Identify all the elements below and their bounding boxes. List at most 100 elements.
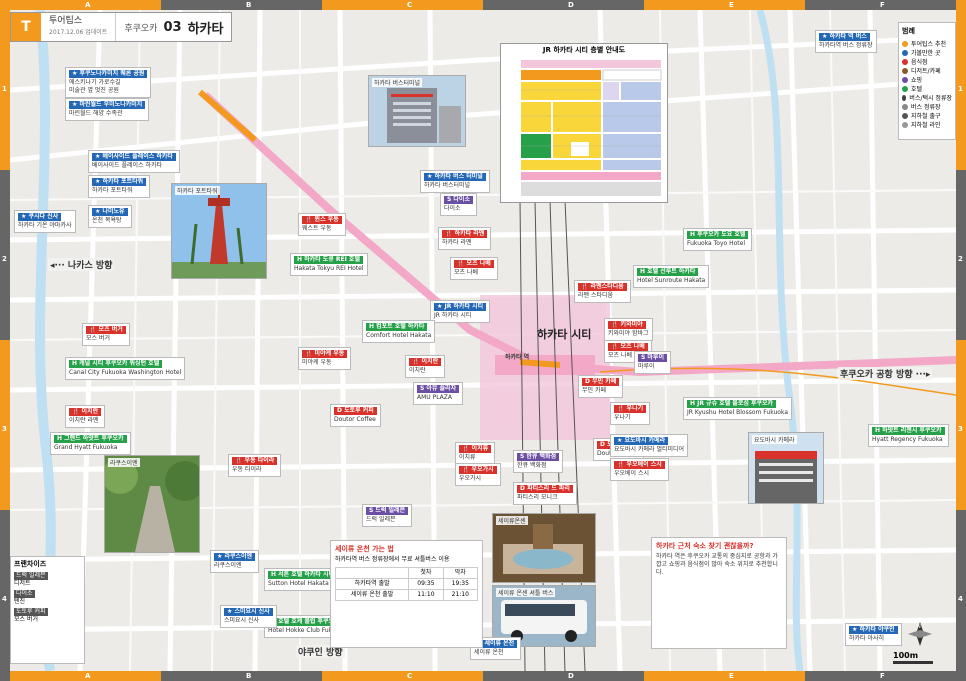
poi-marker[interactable]: ★ 하카타 역 버스 하카타역 버스 정류장 (815, 30, 877, 53)
region-name: 후쿠오카 (124, 23, 158, 34)
scale-bar: 100m (893, 651, 933, 664)
poi-marker[interactable]: S 한큐 백화점 한큐 백화점 (513, 450, 564, 473)
poi-marker[interactable]: 🍴 우동 타이라 우동 타이라 (228, 454, 282, 477)
legend-swatch-icon (902, 121, 908, 128)
poi-marker[interactable]: H 하얏트 리젠시 후쿠오카 Hyatt Regency Fukuoka (868, 424, 949, 447)
poi-marker[interactable]: ★ 하카타 포트타워 하카타 포트타워 (88, 175, 151, 198)
poi-marker[interactable]: 🍴 윈스 우동 웨스트 우동 (298, 213, 346, 236)
poi-marker[interactable]: H 하카타 도큐 REI 호텔 Hakata Tokyu REI Hotel (290, 253, 368, 276)
legend-swatch-icon (902, 112, 908, 119)
poi-marker[interactable]: S 아뮤 플라자 AMU PLAZA (413, 382, 464, 405)
poi-marker[interactable]: 🍴 모츠 버거 모스 버거 (82, 323, 130, 346)
poi-name: ★ 마린월드 우미노나카미치 (69, 101, 146, 109)
poi-marker[interactable]: 🍴 이치란 이치란 라멘 (65, 405, 106, 428)
poi-desc: Comfort Hotel Hakata (366, 332, 432, 339)
poi-desc: 한큐 백화점 (517, 462, 547, 469)
legend-label: 호텔 (911, 86, 923, 93)
poi-name: S 한큐 백화점 (517, 453, 560, 461)
direction-west: ◂··· 나카스 방향 (48, 258, 115, 271)
onsen-caption: 세이류온센 (496, 516, 528, 525)
poi-marker[interactable]: 🍴 이치란 이치란 (405, 355, 446, 378)
poi-desc: Canal City Fukuoka Washington Hotel (69, 369, 182, 376)
poi-name: 🍴 하카타 라멘 (442, 230, 488, 238)
legend-swatch-icon (902, 103, 908, 110)
onsen-info: 세이류 온천 가는 법 하카타역 버스 정류장에서 무료 셔틀버스 이용 첫차 막… (330, 540, 483, 648)
floor-guide-diagram (521, 60, 662, 196)
map-header: T 투어팁스 2017.12.06 업데이트 후쿠오카 03 하카타 (10, 12, 233, 42)
poi-desc: 무민 카페 (582, 387, 606, 394)
grid-col-label: A (85, 672, 91, 680)
legend-item: 버스 정류장 (902, 102, 952, 111)
poi-marker[interactable]: ★ 마린월드 우미노나카미치 마린월드 해양 수족관 (65, 98, 150, 121)
poi-marker[interactable]: 🍴 하카타 라멘 하카타 라멘 (438, 227, 492, 250)
poi-marker[interactable]: 🍴 우오베이 스시 우오베이 스시 (610, 458, 669, 481)
poi-name: ★ 베이사이드 플레이스 하카타 (92, 153, 176, 161)
poi-marker[interactable]: 🍴 우나기 우나기 (610, 402, 651, 425)
poi-marker[interactable]: ★ 요도바시 카메라 요도바시 카메라 멀티미디어 (610, 434, 689, 457)
poi-marker[interactable]: D 무민 카페 무민 카페 (578, 375, 624, 398)
poi-marker[interactable]: D 도토루 커피Doutor Coffee (330, 404, 381, 427)
poi-name: H 하카타 도큐 REI 호텔 (294, 256, 363, 264)
poi-marker[interactable]: ★ 라쿠스이엔 라쿠스이엔 (210, 550, 260, 573)
legend-title: 범례 (902, 27, 915, 35)
poi-desc: Grand Hyatt Fukuoka (54, 444, 118, 451)
poi-desc: 웨스트 우동 (302, 225, 332, 232)
poi-desc: AMU PLAZA (417, 394, 452, 401)
poi-marker[interactable]: H 후쿠오카 도요 호텔 Fukuoka Toyo Hotel (683, 228, 753, 251)
legend-label: 버스 정류장 (911, 104, 941, 111)
poi-marker[interactable]: ★ JR 하카타 시티 JR 하카타 시티 (430, 300, 491, 323)
poi-marker[interactable]: ★ 베이사이드 플레이스 하카타 베이사이드 플레이스 하카타 (88, 150, 180, 173)
port-tower-photo: 하카타 포트타워 (171, 183, 267, 279)
poi-marker[interactable]: H JR 규슈 호텔 블로섬 후쿠오카 JR Kyushu Hotel Bloss… (683, 397, 793, 420)
franchise-item: 도토루 커피 (14, 608, 48, 616)
grid-col-label: C (407, 672, 413, 680)
floor-guide[interactable]: JR 하카타 시티 층별 안내도 (500, 43, 668, 203)
legend-label: 쇼핑 (911, 77, 923, 84)
poi-desc: 요도바시 카메라 멀티미디어 (614, 446, 685, 453)
poi-marker[interactable]: ★ 후쿠노나카미치 웨론 공원 에스키나기 가로수길 미술관 옆 멋진 공원 (65, 67, 152, 98)
poi-marker[interactable]: 🍴 우오가시 우오가시 (455, 463, 501, 486)
grid-col-label: D (568, 672, 574, 680)
poi-marker[interactable]: ★ 하카타 야쿠인 하카타 아사히 (845, 623, 902, 646)
poi-marker[interactable]: 🍴 키와미야 키와미야 함바그 (604, 318, 653, 341)
direction-east-label: 후쿠오카 공항 방향 (840, 370, 913, 380)
port-tower-caption: 하카타 포트타워 (175, 186, 220, 195)
poi-marker[interactable]: 🍴 미야케 우동 미야케 우동 (298, 347, 352, 370)
poi-name: H 캐널 시티 후쿠오카 워싱턴 호텔 (69, 360, 163, 368)
map-canvas[interactable]: A A B B C C D D E E F F 1 1 2 2 3 3 4 4 T 투어팁스 2017.12.06 업… (0, 0, 966, 681)
onsen-info-body: 하카타역 버스 정류장에서 무료 셔틀버스 이용 (335, 556, 450, 563)
poi-marker[interactable]: ★ 스미요시 신사 스미요시 신사 (220, 605, 277, 628)
table-row: 첫차 막차 (334, 567, 479, 579)
poi-marker[interactable]: S 드럭 일레븐 드럭 일레븐 (362, 504, 413, 527)
poi-name: ★ 요도바시 카메라 (614, 437, 669, 445)
poi-marker[interactable]: S 다이소 다이소 (440, 193, 477, 216)
poi-name: 🍴 우동 타이라 (232, 457, 278, 465)
legend-label: 디저트/카페 (911, 68, 941, 75)
legend-label: 지하철 라인 (911, 122, 941, 129)
grid-col-label: F (880, 1, 885, 9)
floor-guide-title: JR 하카타 시티 층별 안내도 (542, 46, 626, 54)
poi-name: H 호텔 선루트 하카타 (637, 268, 699, 276)
poi-desc: 키와미야 함바그 (608, 330, 649, 337)
poi-marker[interactable]: H 그랜드 하얏트 후쿠오카 Grand Hyatt Fukuoka (50, 432, 131, 455)
poi-marker[interactable]: ★ 하카타 버스 터미널 하카타 버스터미널 (420, 170, 490, 193)
poi-marker[interactable]: D 파티스리 드 파리 파티스리 모니크 (513, 482, 577, 505)
poi-marker[interactable]: ★ 쿠시다 신사 하카타 기온 야마카사 (14, 210, 76, 233)
poi-marker[interactable]: H 컴포트 호텔 하카타 Comfort Hotel Hakata (362, 320, 436, 343)
poi-marker[interactable]: H 호텔 선루트 하카타 Hotel Sunroute Hakata (633, 265, 710, 288)
poi-name: ★ 하카타 야쿠인 (849, 626, 898, 634)
poi-marker[interactable]: 🍴 이치류 이치류 (455, 442, 496, 465)
poi-marker[interactable]: S 마루이 마루이 (634, 351, 671, 374)
poi-name: H 하얏트 리젠시 후쿠오카 (872, 427, 945, 435)
legend: 범례 투어팁스 추천 가볼만한 곳 음식점 디저트/카페 쇼핑 호텔 버스/택시 정류장 버스… (898, 22, 956, 140)
franchise-title: 프랜차이즈 (14, 560, 47, 568)
poi-marker[interactable]: 🍴 모츠 나베 모츠 나베 (450, 257, 498, 280)
yodobashi-caption: 요도바시 카메라 (752, 435, 797, 444)
grid-col-label: F (880, 672, 885, 680)
poi-desc: JR Kyushu Hotel Blossom Fukuoka (687, 409, 789, 416)
poi-marker[interactable]: 🍴 라멘스타디움 라멘 스타디움 (574, 280, 631, 303)
table-row: 하카타역 출발 09:35 19:35 (334, 578, 479, 590)
poi-marker[interactable]: ★ 나미노유 온천 목욕탕 (88, 205, 132, 228)
poi-marker[interactable]: H 캐널 시티 후쿠오카 워싱턴 호텔 Canal City Fukuoka Wa… (65, 357, 186, 380)
poi-name: ★ 쿠시다 신사 (18, 213, 62, 221)
